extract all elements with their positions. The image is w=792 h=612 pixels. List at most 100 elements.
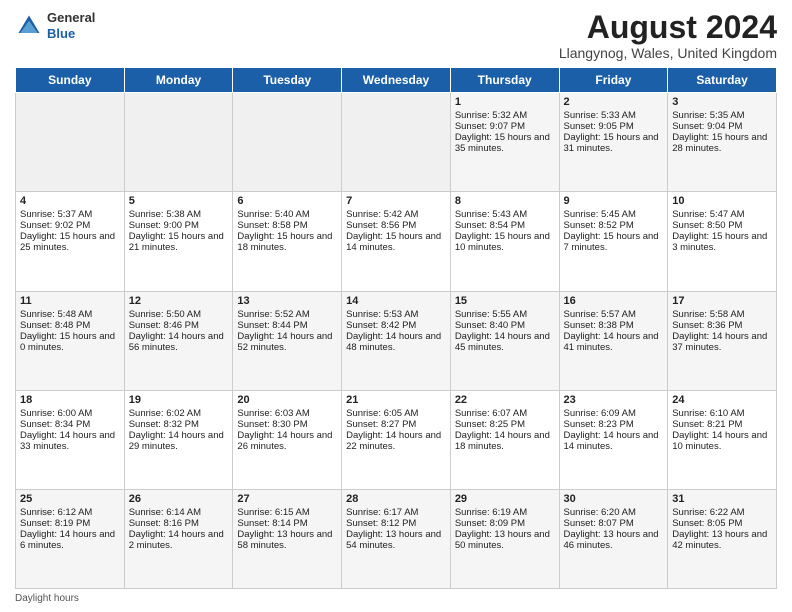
calendar-cell: 28Sunrise: 6:17 AMSunset: 8:12 PMDayligh…: [342, 489, 451, 588]
calendar-cell: 6Sunrise: 5:40 AMSunset: 8:58 PMDaylight…: [233, 192, 342, 291]
calendar-cell: 10Sunrise: 5:47 AMSunset: 8:50 PMDayligh…: [668, 192, 777, 291]
sunset: Sunset: 8:56 PM: [346, 220, 416, 231]
sunset: Sunset: 8:12 PM: [346, 518, 416, 529]
logo-icon: [15, 12, 43, 40]
day-header-monday: Monday: [124, 68, 233, 93]
daylight: Daylight: 14 hours and 2 minutes.: [129, 529, 224, 551]
week-row-1: 1Sunrise: 5:32 AMSunset: 9:07 PMDaylight…: [16, 93, 777, 192]
sunrise: Sunrise: 5:35 AM: [672, 110, 744, 121]
day-number: 25: [20, 493, 120, 505]
day-number: 29: [455, 493, 555, 505]
sunset: Sunset: 8:27 PM: [346, 419, 416, 430]
title-block: August 2024 Llangynog, Wales, United Kin…: [559, 10, 777, 61]
calendar-body: 1Sunrise: 5:32 AMSunset: 9:07 PMDaylight…: [16, 93, 777, 589]
sunset: Sunset: 8:07 PM: [564, 518, 634, 529]
sunrise: Sunrise: 5:53 AM: [346, 309, 418, 320]
daylight: Daylight: 14 hours and 33 minutes.: [20, 430, 115, 452]
calendar-cell: 8Sunrise: 5:43 AMSunset: 8:54 PMDaylight…: [450, 192, 559, 291]
sunset: Sunset: 8:54 PM: [455, 220, 525, 231]
daylight: Daylight: 14 hours and 6 minutes.: [20, 529, 115, 551]
calendar-cell: [233, 93, 342, 192]
calendar-cell: 31Sunrise: 6:22 AMSunset: 8:05 PMDayligh…: [668, 489, 777, 588]
calendar-cell: 20Sunrise: 6:03 AMSunset: 8:30 PMDayligh…: [233, 390, 342, 489]
calendar-cell: 17Sunrise: 5:58 AMSunset: 8:36 PMDayligh…: [668, 291, 777, 390]
day-number: 18: [20, 394, 120, 406]
sunset: Sunset: 9:00 PM: [129, 220, 199, 231]
calendar-cell: [342, 93, 451, 192]
calendar-cell: 15Sunrise: 5:55 AMSunset: 8:40 PMDayligh…: [450, 291, 559, 390]
day-number: 6: [237, 195, 337, 207]
day-number: 30: [564, 493, 664, 505]
sunset: Sunset: 8:19 PM: [20, 518, 90, 529]
sunrise: Sunrise: 5:42 AM: [346, 209, 418, 220]
week-row-5: 25Sunrise: 6:12 AMSunset: 8:19 PMDayligh…: [16, 489, 777, 588]
sunset: Sunset: 8:58 PM: [237, 220, 307, 231]
sunrise: Sunrise: 6:20 AM: [564, 507, 636, 518]
day-number: 17: [672, 295, 772, 307]
sunrise: Sunrise: 6:10 AM: [672, 408, 744, 419]
calendar-cell: 30Sunrise: 6:20 AMSunset: 8:07 PMDayligh…: [559, 489, 668, 588]
week-row-2: 4Sunrise: 5:37 AMSunset: 9:02 PMDaylight…: [16, 192, 777, 291]
days-of-week-row: SundayMondayTuesdayWednesdayThursdayFrid…: [16, 68, 777, 93]
calendar-cell: 7 Sunrise: 5:42 AMSunset: 8:56 PMDaylight…: [342, 192, 451, 291]
daylight: Daylight: 14 hours and 14 minutes.: [564, 430, 659, 452]
sunrise: Sunrise: 5:55 AM: [455, 309, 527, 320]
sunset: Sunset: 8:44 PM: [237, 320, 307, 331]
day-number: 5: [129, 195, 229, 207]
logo-general: General: [47, 10, 95, 25]
daylight: Daylight: 15 hours and 14 minutes.: [346, 231, 441, 253]
week-row-4: 18Sunrise: 6:00 AMSunset: 8:34 PMDayligh…: [16, 390, 777, 489]
sunrise: Sunrise: 5:40 AM: [237, 209, 309, 220]
day-number: 7: [346, 195, 446, 207]
day-number: 20: [237, 394, 337, 406]
day-number: 15: [455, 295, 555, 307]
daylight: Daylight: 15 hours and 3 minutes.: [672, 231, 767, 253]
daylight: Daylight: 14 hours and 10 minutes.: [672, 430, 767, 452]
daylight: Daylight: 14 hours and 48 minutes.: [346, 331, 441, 353]
sunrise: Sunrise: 5:33 AM: [564, 110, 636, 121]
daylight: Daylight: 15 hours and 10 minutes.: [455, 231, 550, 253]
day-number: 21: [346, 394, 446, 406]
day-number: 16: [564, 295, 664, 307]
daylight: Daylight: 13 hours and 50 minutes.: [455, 529, 550, 551]
sunset: Sunset: 8:42 PM: [346, 320, 416, 331]
sunrise: Sunrise: 5:37 AM: [20, 209, 92, 220]
calendar-cell: 22Sunrise: 6:07 AMSunset: 8:25 PMDayligh…: [450, 390, 559, 489]
daylight: Daylight: 13 hours and 54 minutes.: [346, 529, 441, 551]
day-number: 31: [672, 493, 772, 505]
calendar-cell: 12Sunrise: 5:50 AMSunset: 8:46 PMDayligh…: [124, 291, 233, 390]
day-number: 3: [672, 96, 772, 108]
sunrise: Sunrise: 6:09 AM: [564, 408, 636, 419]
sunset: Sunset: 8:05 PM: [672, 518, 742, 529]
day-number: 27: [237, 493, 337, 505]
calendar-cell: [16, 93, 125, 192]
sunset: Sunset: 8:16 PM: [129, 518, 199, 529]
sunrise: Sunrise: 6:00 AM: [20, 408, 92, 419]
calendar-cell: 21Sunrise: 6:05 AMSunset: 8:27 PMDayligh…: [342, 390, 451, 489]
sunset: Sunset: 8:21 PM: [672, 419, 742, 430]
daylight: Daylight: 15 hours and 31 minutes.: [564, 132, 659, 154]
calendar-cell: 2Sunrise: 5:33 AMSunset: 9:05 PMDaylight…: [559, 93, 668, 192]
page: General Blue August 2024 Llangynog, Wale…: [0, 0, 792, 612]
daylight: Daylight: 13 hours and 42 minutes.: [672, 529, 767, 551]
sunrise: Sunrise: 5:47 AM: [672, 209, 744, 220]
day-number: 13: [237, 295, 337, 307]
day-number: 8: [455, 195, 555, 207]
day-header-wednesday: Wednesday: [342, 68, 451, 93]
sunset: Sunset: 9:07 PM: [455, 121, 525, 132]
day-header-tuesday: Tuesday: [233, 68, 342, 93]
sunrise: Sunrise: 5:50 AM: [129, 309, 201, 320]
calendar-cell: 4Sunrise: 5:37 AMSunset: 9:02 PMDaylight…: [16, 192, 125, 291]
logo-text: General Blue: [47, 10, 95, 41]
sunrise: Sunrise: 6:14 AM: [129, 507, 201, 518]
calendar-cell: 16Sunrise: 5:57 AMSunset: 8:38 PMDayligh…: [559, 291, 668, 390]
sunrise: Sunrise: 6:02 AM: [129, 408, 201, 419]
daylight: Daylight: 14 hours and 29 minutes.: [129, 430, 224, 452]
daylight: Daylight: 15 hours and 35 minutes.: [455, 132, 550, 154]
calendar-cell: 26Sunrise: 6:14 AMSunset: 8:16 PMDayligh…: [124, 489, 233, 588]
sunset: Sunset: 8:48 PM: [20, 320, 90, 331]
day-number: 19: [129, 394, 229, 406]
day-number: 2: [564, 96, 664, 108]
week-row-3: 11Sunrise: 5:48 AMSunset: 8:48 PMDayligh…: [16, 291, 777, 390]
sunrise: Sunrise: 5:57 AM: [564, 309, 636, 320]
